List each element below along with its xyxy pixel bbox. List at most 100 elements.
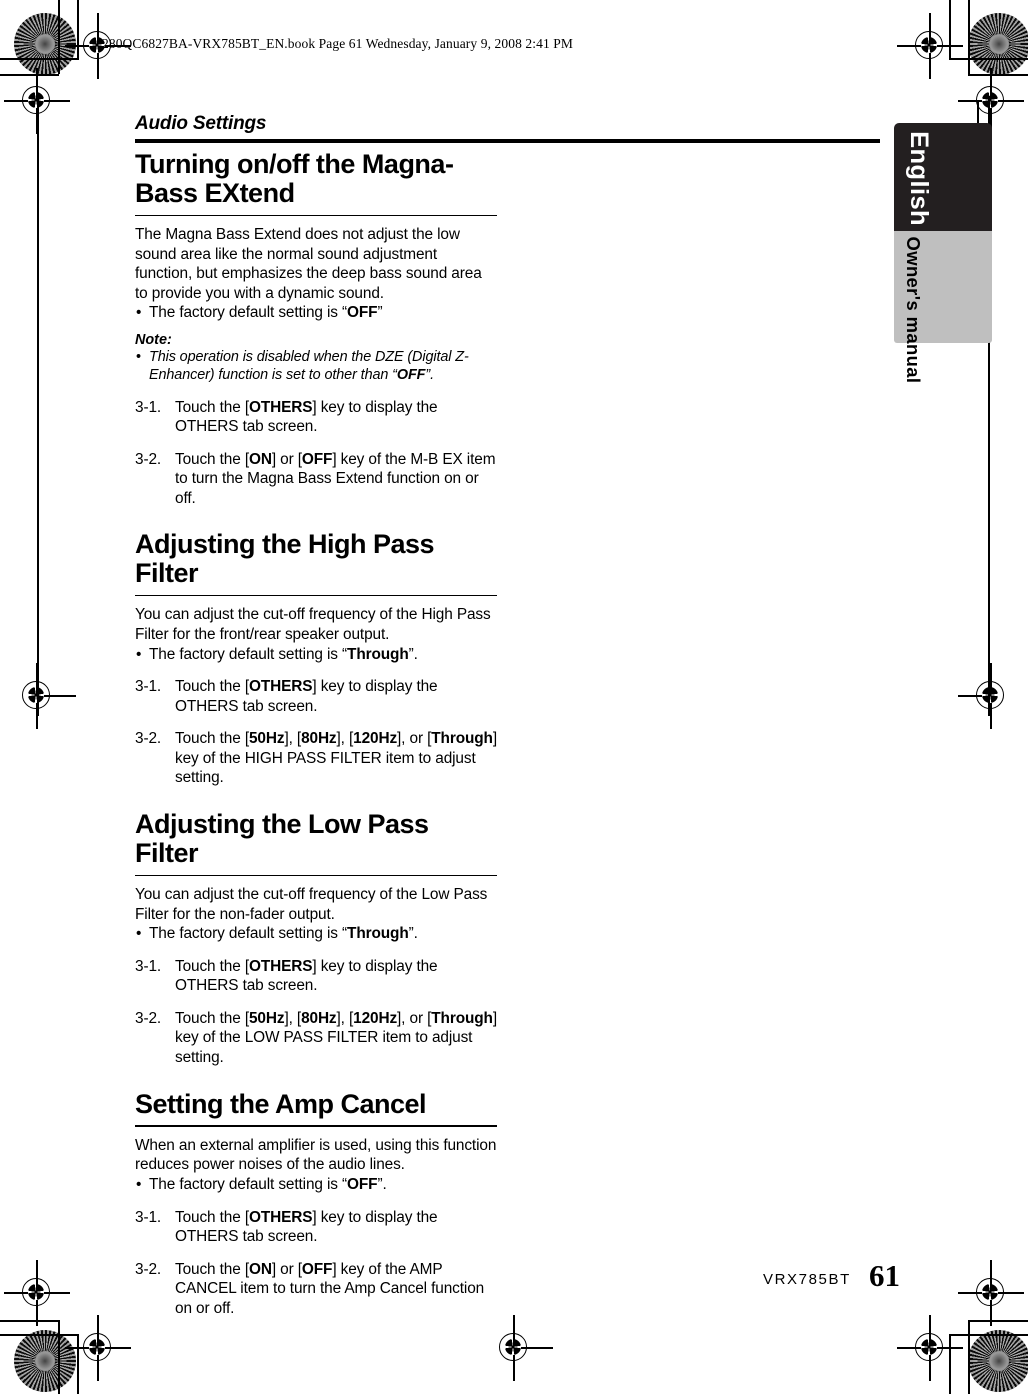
step-number: 3-2. — [135, 1009, 162, 1027]
note-list: This operation is disabled when the DZE … — [135, 348, 497, 385]
crop-mark-br-box-h2 — [968, 1320, 1028, 1322]
section-magna-bass-extend: Turning on/off the Magna-Bass EXtend The… — [135, 150, 497, 508]
key-label: 50Hz — [248, 1009, 285, 1027]
registration-target-bottom-left — [65, 1315, 131, 1381]
step-text: Touch the [OTHERS] key to display the OT… — [175, 1208, 438, 1246]
content-column: Turning on/off the Magna-Bass EXtend The… — [135, 150, 497, 1318]
key-label: OFF — [301, 450, 333, 468]
key-label: Through — [431, 1009, 493, 1027]
step-text: Touch the [50Hz], [80Hz], [120Hz], or [T… — [175, 730, 497, 787]
registration-target-bottom-center — [491, 1315, 553, 1381]
step-row: 3-1. Touch the [OTHERS] key to display t… — [135, 677, 497, 716]
crop-mark-tl-box-v2 — [58, 0, 60, 74]
list-item: The factory default setting is “Through”… — [135, 924, 497, 944]
registration-target-top-right — [897, 13, 963, 79]
crop-mark-bl-box-v2 — [58, 1320, 60, 1394]
key-label: OFF — [301, 1260, 333, 1278]
default-setting-list: The factory default setting is “OFF” — [135, 303, 497, 323]
list-item: The factory default setting is “Through”… — [135, 645, 497, 665]
key-label: OTHERS — [248, 957, 313, 975]
registration-target-upper-right — [958, 68, 1024, 134]
key-label: 50Hz — [248, 730, 285, 748]
crop-mark-bl-box-h2 — [0, 1320, 59, 1322]
section-body: You can adjust the cut-off frequency of … — [135, 886, 488, 923]
default-value: Through — [347, 925, 409, 943]
registration-rosette-bottom-left — [14, 1330, 76, 1392]
section-title: Turning on/off the Magna-Bass EXtend — [135, 149, 454, 208]
registration-rosette-top-right — [968, 13, 1028, 75]
step-number: 3-1. — [135, 1208, 162, 1226]
step-row: 3-2. Touch the [50Hz], [80Hz], [120Hz], … — [135, 729, 497, 788]
step-row: 3-1. Touch the [OTHERS] key to display t… — [135, 398, 497, 437]
section-title: Adjusting the High Pass Filter — [135, 529, 435, 589]
section-low-pass-filter: Adjusting the Low Pass Filter You can ad… — [135, 810, 497, 1068]
list-item: This operation is disabled when the DZE … — [135, 348, 497, 385]
registration-target-lower-right — [958, 1260, 1024, 1326]
registration-target-bottom-right — [897, 1315, 963, 1381]
registration-rosette-top-left — [14, 13, 76, 75]
step-number: 3-2. — [135, 450, 162, 468]
key-label: OTHERS — [248, 678, 313, 696]
default-value: OFF — [347, 1176, 378, 1193]
section-body: When an external amplifier is used, usin… — [135, 1136, 497, 1174]
crop-mark-br-box-v2 — [968, 1320, 970, 1394]
section-amp-cancel: Setting the Amp Cancel When an external … — [135, 1088, 497, 1319]
step-text: Touch the [OTHERS] key to display the OT… — [175, 678, 438, 715]
key-label: ON — [248, 450, 272, 468]
footer-page-number: 61 — [869, 1258, 900, 1293]
key-label: 120Hz — [353, 1009, 398, 1027]
list-item: The factory default setting is “OFF”. — [135, 1175, 497, 1195]
edge-rule-left — [37, 96, 39, 716]
default-value: Through — [347, 645, 409, 663]
section-rule — [135, 1125, 497, 1127]
step-row: 3-2. Touch the [ON] or [OFF] key of the … — [135, 1260, 497, 1319]
step-number: 3-2. — [135, 730, 162, 748]
section-rule — [135, 874, 497, 877]
registration-rosette-bottom-right — [968, 1330, 1028, 1392]
step-row: 3-2. Touch the [ON] or [OFF] key of the … — [135, 450, 497, 509]
book-file-banner: 280QC6827BA-VRX785BT_EN.book Page 61 Wed… — [102, 36, 573, 51]
key-label: OTHERS — [248, 1208, 313, 1226]
default-setting-list: The factory default setting is “Through”… — [135, 645, 497, 665]
registration-target-lower-left — [4, 1260, 70, 1326]
section-body: The Magna Bass Extend does not adjust th… — [135, 226, 482, 302]
key-label: 80Hz — [301, 1009, 337, 1027]
footer-model-name: VRX785BT — [763, 1271, 851, 1288]
key-label: 80Hz — [301, 730, 337, 748]
side-tab-language-label: English — [905, 131, 933, 227]
running-head-rule — [135, 139, 880, 143]
step-row: 3-1. Touch the [OTHERS] key to display t… — [135, 1208, 497, 1247]
step-text: Touch the [OTHERS] key to display the OT… — [175, 957, 438, 995]
section-body: You can adjust the cut-off frequency of … — [135, 606, 491, 644]
step-number: 3-1. — [135, 398, 162, 416]
section-title: Adjusting the Low Pass Filter — [135, 808, 429, 868]
section-rule — [135, 214, 497, 217]
step-text: Touch the [50Hz], [80Hz], [120Hz], or [T… — [175, 1009, 497, 1067]
key-label: Through — [431, 730, 493, 748]
registration-target-mid-right — [958, 663, 1014, 729]
list-item: The factory default setting is “OFF” — [135, 303, 497, 323]
section-rule — [135, 595, 497, 597]
crop-mark-tr-box-v2 — [968, 0, 970, 74]
step-row: 3-1. Touch the [OTHERS] key to display t… — [135, 957, 497, 996]
default-setting-list: The factory default setting is “Through”… — [135, 924, 497, 944]
section-high-pass-filter: Adjusting the High Pass Filter You can a… — [135, 530, 497, 788]
note-label: Note: — [135, 331, 172, 348]
running-head: Audio Settings — [135, 113, 267, 134]
step-text: Touch the [ON] or [OFF] key of the AMP C… — [175, 1260, 485, 1317]
step-number: 3-2. — [135, 1260, 162, 1278]
section-title: Setting the Amp Cancel — [135, 1088, 427, 1119]
step-text: Touch the [OTHERS] key to display the OT… — [175, 398, 438, 436]
crop-mark-br-box-h1 — [949, 1334, 1028, 1336]
crop-mark-bl-box-h1 — [0, 1334, 78, 1336]
step-number: 3-1. — [135, 678, 162, 696]
crop-mark-tl-box-h2 — [0, 74, 59, 76]
key-label: 120Hz — [353, 730, 398, 748]
side-tab-manual-label: Owner's manual — [903, 236, 923, 384]
crop-mark-tl-box-h1 — [0, 58, 78, 60]
default-value: OFF — [347, 304, 378, 322]
key-label: ON — [248, 1260, 272, 1278]
